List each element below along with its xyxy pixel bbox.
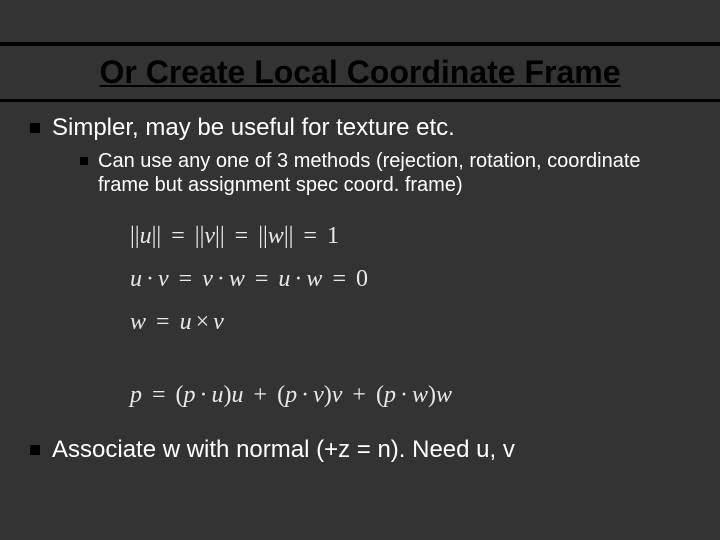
math-line-cross: w = u×v bbox=[130, 301, 690, 344]
title-block: Or Create Local Coordinate Frame bbox=[0, 42, 720, 102]
bullet-item: Can use any one of 3 methods (rejection,… bbox=[80, 149, 690, 197]
math-line-norms: ||u|| = ||v|| = ||w|| = 1 bbox=[130, 215, 690, 258]
math-line-projection: p = (p·u)u + (p·v)v + (p·w)w bbox=[130, 374, 690, 417]
slide-title: Or Create Local Coordinate Frame bbox=[0, 46, 720, 99]
math-line-dots: u·v = v·w = u·w = 0 bbox=[130, 258, 690, 301]
square-bullet-icon bbox=[30, 445, 40, 455]
slide-body: Simpler, may be useful for texture etc. … bbox=[0, 102, 720, 464]
square-bullet-icon bbox=[30, 123, 40, 133]
slide: Or Create Local Coordinate Frame Simpler… bbox=[0, 42, 720, 540]
bullet-text: Can use any one of 3 methods (rejection,… bbox=[98, 149, 690, 197]
bullet-text: Associate w with normal (+z = n). Need u… bbox=[52, 436, 515, 465]
square-bullet-icon bbox=[80, 157, 88, 165]
bullet-item: Associate w with normal (+z = n). Need u… bbox=[30, 436, 690, 465]
bullet-item: Simpler, may be useful for texture etc. bbox=[30, 114, 690, 143]
math-block: ||u|| = ||v|| = ||w|| = 1 u·v = v·w = u·… bbox=[130, 215, 690, 418]
bullet-text: Simpler, may be useful for texture etc. bbox=[52, 114, 455, 143]
